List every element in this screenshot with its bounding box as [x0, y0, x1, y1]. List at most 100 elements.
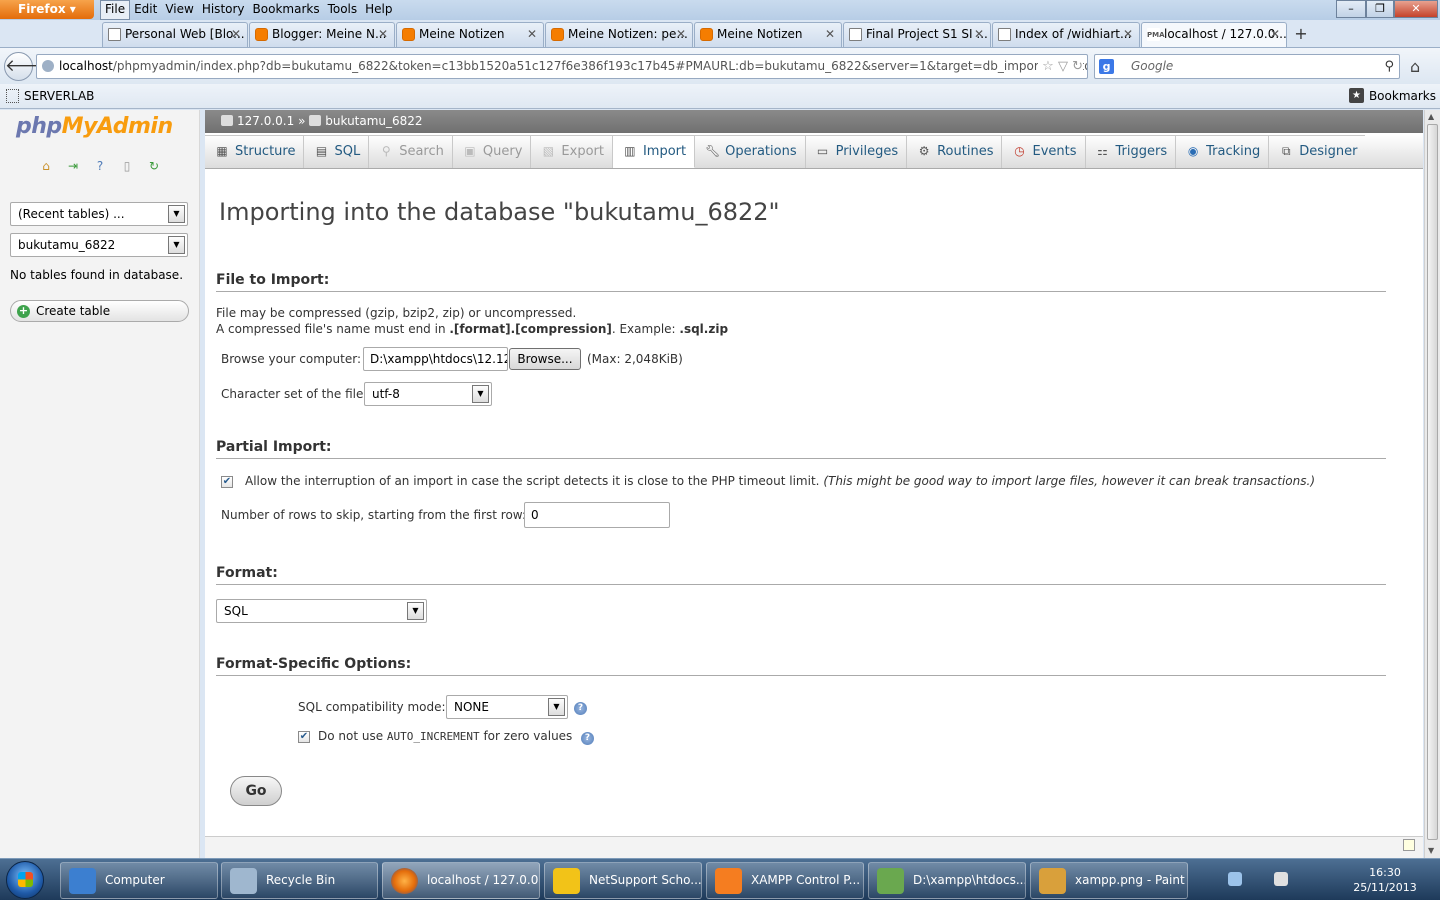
tab-label: Structure: [235, 144, 296, 159]
clock-time: 16:30: [1369, 866, 1401, 879]
taskbar-item-xampp[interactable]: XAMPP Control P...: [706, 862, 864, 899]
close-tab-icon[interactable]: ✕: [378, 23, 388, 46]
close-tab-icon[interactable]: ✕: [527, 23, 537, 46]
dropdown-icon[interactable]: ▽: [1058, 59, 1068, 74]
magnifier-icon[interactable]: ⚲: [1384, 55, 1394, 78]
taskbar-item-paint[interactable]: xampp.png - Paint: [1030, 862, 1188, 899]
create-table-button[interactable]: + Create table: [10, 300, 189, 322]
menu-history[interactable]: History: [198, 0, 249, 20]
tab-operations[interactable]: 🔧︎ Operations: [695, 135, 806, 168]
tab-export[interactable]: ▧ Export: [531, 135, 613, 168]
close-tab-icon[interactable]: ✕: [1270, 23, 1280, 46]
database-select[interactable]: bukutamu_6822 ▼: [10, 233, 188, 257]
browser-tab-active[interactable]: PMA localhost / 127.0.0... ✕: [1141, 22, 1287, 47]
close-window-button[interactable]: ✕: [1394, 0, 1438, 18]
tab-search[interactable]: ⚲ Search: [369, 135, 453, 168]
recent-tables-select[interactable]: (Recent tables) ... ▼: [10, 202, 188, 226]
tab-tracking[interactable]: ◉ Tracking: [1176, 135, 1270, 168]
navigation-bar: 🡐 localhost/phpmyadmin/index.php?db=buku…: [0, 47, 1440, 84]
breadcrumb-server[interactable]: 127.0.0.1: [237, 114, 294, 128]
browser-tab[interactable]: Final Project S1 SI ... ✕: [843, 22, 991, 47]
allow-interrupt-checkbox[interactable]: ✔: [221, 476, 233, 488]
menu-file[interactable]: File: [100, 0, 131, 20]
tab-label: Tracking: [1206, 144, 1261, 159]
start-button[interactable]: [6, 861, 44, 899]
browser-tab[interactable]: Meine Notizen ✕: [694, 22, 842, 47]
taskbar-item-notepad[interactable]: D:\xampp\htdocs...: [868, 862, 1026, 899]
vertical-scrollbar[interactable]: ▲ ▼: [1424, 110, 1440, 858]
skip-rows-input[interactable]: 0: [524, 502, 670, 528]
close-tab-icon[interactable]: ✕: [825, 23, 835, 46]
back-button[interactable]: 🡐: [4, 52, 51, 81]
search-icon: ⚲: [381, 144, 391, 158]
google-icon[interactable]: g: [1099, 59, 1114, 74]
breadcrumb-database[interactable]: bukutamu_6822: [325, 114, 422, 128]
volume-muted-icon[interactable]: [1274, 872, 1288, 886]
system-clock[interactable]: 16:30 25/11/2013: [1345, 865, 1425, 895]
bookmark-serverlab[interactable]: SERVERLAB: [6, 89, 94, 103]
tab-routines[interactable]: ⚙ Routines: [907, 135, 1003, 168]
tab-privileges[interactable]: ▭ Privileges: [805, 135, 908, 168]
taskbar-item-firefox[interactable]: localhost / 127.0.0...: [382, 862, 540, 899]
paint-icon: [1039, 868, 1066, 894]
browse-button[interactable]: Browse...: [509, 348, 581, 370]
home-icon[interactable]: ⌂: [38, 158, 54, 174]
tab-triggers[interactable]: ⚏ Triggers: [1085, 135, 1177, 168]
tab-designer[interactable]: ⧉ Designer: [1269, 135, 1366, 168]
tab-structure[interactable]: ▦ Structure: [205, 135, 305, 168]
browser-tab[interactable]: Personal Web [Blo... ✕: [102, 22, 248, 47]
browser-tab[interactable]: Meine Notizen: pe... ✕: [545, 22, 693, 47]
pma-logo[interactable]: phpMyAdmin: [16, 114, 173, 139]
browser-tab[interactable]: Index of /widhiart... ✕: [992, 22, 1140, 47]
browser-tab[interactable]: Meine Notizen ✕: [396, 22, 544, 47]
tab-label: SQL: [334, 144, 361, 159]
tab-import[interactable]: ▥ Import: [612, 135, 696, 168]
file-path-input[interactable]: D:\xampp\htdocs\12.12: [363, 347, 508, 371]
taskbar-item-netsupport[interactable]: NetSupport Scho...: [544, 862, 702, 899]
search-bar[interactable]: g Google ⚲: [1094, 54, 1400, 79]
url-bar[interactable]: localhost/phpmyadmin/index.php?db=bukuta…: [36, 54, 1088, 79]
help-icon[interactable]: ?: [92, 158, 108, 174]
tab-sql[interactable]: ▤ SQL: [304, 135, 370, 168]
tab-events[interactable]: ◷ Events: [1002, 135, 1086, 168]
compat-mode-select[interactable]: NONE ▼: [446, 695, 568, 719]
scroll-thumb[interactable]: [1427, 124, 1438, 840]
restore-button[interactable]: ❐: [1366, 0, 1394, 18]
star-icon[interactable]: ☆: [1042, 59, 1054, 74]
new-tab-button[interactable]: +: [1288, 23, 1314, 46]
help-icon[interactable]: ?: [574, 702, 587, 715]
bookmarks-menu[interactable]: ★ Bookmarks: [1348, 88, 1436, 103]
menu-tools[interactable]: Tools: [324, 0, 362, 20]
menu-edit[interactable]: Edit: [130, 0, 161, 20]
chevron-down-icon: ▼: [168, 205, 185, 223]
firefox-menu-button[interactable]: Firefox ▾: [0, 0, 94, 19]
page-title: Importing into the database "bukutamu_68…: [219, 198, 780, 226]
menu-help[interactable]: Help: [361, 0, 396, 20]
close-tab-icon[interactable]: ✕: [676, 23, 686, 46]
logout-icon[interactable]: ⇥: [65, 158, 81, 174]
taskbar-item-recycle-bin[interactable]: Recycle Bin: [221, 862, 378, 899]
scroll-down-icon[interactable]: ▼: [1428, 846, 1434, 855]
charset-select[interactable]: utf-8 ▼: [364, 382, 492, 406]
console-icon[interactable]: [1403, 839, 1415, 851]
no-auto-increment-checkbox[interactable]: ✔: [298, 731, 310, 743]
scroll-up-icon[interactable]: ▲: [1428, 112, 1434, 121]
reload-icon[interactable]: ↻: [1072, 59, 1083, 74]
minimize-button[interactable]: –: [1336, 0, 1366, 18]
close-tab-icon[interactable]: ✕: [1123, 23, 1133, 46]
menu-view[interactable]: View: [161, 0, 197, 20]
browser-tab[interactable]: Blogger: Meine N... ✕: [249, 22, 395, 47]
close-tab-icon[interactable]: ✕: [231, 23, 241, 46]
taskbar-item-computer[interactable]: Computer: [60, 862, 218, 899]
menu-bookmarks[interactable]: Bookmarks: [249, 0, 324, 20]
home-icon[interactable]: ⌂: [1410, 57, 1420, 76]
menu-bar: File Edit View History Bookmarks Tools H…: [100, 0, 397, 20]
network-icon[interactable]: [1228, 872, 1242, 886]
reload-icon[interactable]: ↻: [146, 158, 162, 174]
close-tab-icon[interactable]: ✕: [974, 23, 984, 46]
tab-query[interactable]: ▣ Query: [452, 135, 532, 168]
format-select[interactable]: SQL ▼: [216, 599, 427, 623]
help-icon[interactable]: ?: [581, 732, 594, 745]
go-button[interactable]: Go: [230, 776, 282, 806]
docs-icon[interactable]: ▯: [119, 158, 135, 174]
